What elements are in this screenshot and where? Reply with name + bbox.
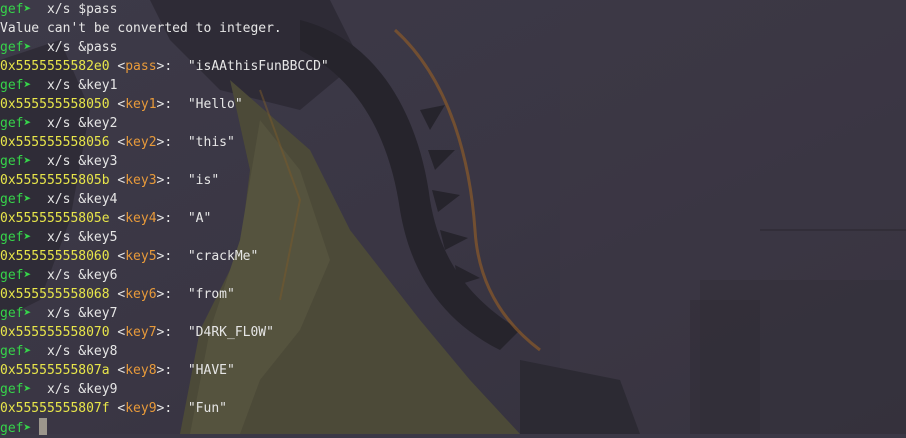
memory-output-line: 0x55555555807f <key9>: "Fun" (0, 399, 227, 418)
string-value: "crackMe" (187, 249, 259, 264)
command-text: x/s &key7 (46, 306, 118, 321)
memory-output-line: 0x55555555805b <key3>: "is" (0, 171, 219, 190)
symbol-name: key1 (125, 97, 157, 112)
command-text: x/s &key5 (46, 230, 118, 245)
command-text: x/s &key1 (46, 78, 118, 93)
memory-address: 0x555555558068 (0, 287, 110, 302)
gef-prompt: gef➤ (0, 2, 32, 17)
symbol-close-bracket: >: (156, 325, 188, 340)
command-text: x/s &key4 (46, 192, 118, 207)
symbol-name: key5 (125, 249, 157, 264)
symbol-open-bracket: < (109, 401, 126, 416)
string-value: "isAAthisFunBBCCD" (187, 59, 329, 74)
symbol-open-bracket: < (109, 211, 126, 226)
symbol-name: key9 (125, 401, 157, 416)
command-text: x/s &key9 (46, 382, 118, 397)
memory-address: 0x555555558070 (0, 325, 110, 340)
symbol-close-bracket: >: (156, 59, 188, 74)
symbol-name: key3 (125, 173, 157, 188)
gef-prompt: gef➤ (0, 154, 32, 169)
memory-output-line: 0x555555558068 <key6>: "from" (0, 285, 235, 304)
symbol-open-bracket: < (109, 135, 126, 150)
gef-prompt: gef➤ (0, 192, 32, 207)
command-text: x/s &key6 (46, 268, 118, 283)
terminal-command-line: gef➤ x/s &pass (0, 38, 117, 57)
gef-prompt: gef➤ (0, 40, 32, 55)
command-text: x/s &key2 (46, 116, 118, 131)
symbol-open-bracket: < (109, 173, 126, 188)
memory-output-line: 0x555555558050 <key1>: "Hello" (0, 95, 243, 114)
memory-address: 0x55555555805e (0, 211, 110, 226)
string-value: "this" (187, 135, 235, 150)
symbol-open-bracket: < (109, 97, 126, 112)
command-text: x/s &key3 (46, 154, 118, 169)
terminal-command-line: gef➤ x/s &key4 (0, 190, 117, 209)
terminal-command-line: gef➤ x/s &key1 (0, 76, 117, 95)
command-text: x/s $pass (46, 2, 118, 17)
symbol-close-bracket: >: (156, 401, 188, 416)
terminal-command-line: gef➤ x/s &key6 (0, 266, 117, 285)
text-cursor[interactable] (39, 418, 48, 435)
symbol-open-bracket: < (109, 249, 126, 264)
memory-output-line: 0x555555558060 <key5>: "crackMe" (0, 247, 258, 266)
memory-address: 0x55555555807a (0, 363, 110, 378)
symbol-close-bracket: >: (156, 173, 188, 188)
gef-prompt: gef➤ (0, 78, 32, 93)
symbol-name: key7 (125, 325, 157, 340)
memory-output-line: 0x55555555805e <key4>: "A" (0, 209, 211, 228)
output-text: Value can't be converted to integer. (0, 21, 282, 36)
gef-prompt: gef➤ (0, 344, 32, 359)
symbol-close-bracket: >: (156, 287, 188, 302)
memory-output-line: 0x55555555807a <key8>: "HAVE" (0, 361, 235, 380)
terminal-window[interactable]: gef➤ x/s $pass Value can't be converted t… (0, 0, 906, 437)
string-value: "is" (187, 173, 220, 188)
memory-address: 0x5555555582e0 (0, 59, 110, 74)
symbol-name: key4 (125, 211, 157, 226)
gef-prompt: gef➤ (0, 230, 32, 245)
symbol-open-bracket: < (109, 287, 126, 302)
memory-output-line: 0x5555555582e0 <pass>: "isAAthisFunBBCCD… (0, 57, 329, 76)
symbol-open-bracket: < (109, 59, 126, 74)
memory-address: 0x555555558050 (0, 97, 110, 112)
symbol-close-bracket: >: (156, 363, 188, 378)
terminal-command-line: gef➤ x/s &key9 (0, 380, 117, 399)
terminal-command-line: gef➤ x/s $pass (0, 0, 117, 19)
gef-prompt: gef➤ (0, 382, 32, 397)
terminal-command-line: gef➤ x/s &key5 (0, 228, 117, 247)
string-value: "Fun" (187, 401, 227, 416)
symbol-name: key2 (125, 135, 157, 150)
symbol-open-bracket: < (109, 325, 126, 340)
string-value: "A" (187, 211, 212, 226)
memory-address: 0x555555558056 (0, 135, 110, 150)
symbol-name: key8 (125, 363, 157, 378)
string-value: "D4RK_FL0W" (187, 325, 274, 340)
symbol-name: key6 (125, 287, 157, 302)
symbol-open-bracket: < (109, 363, 126, 378)
terminal-command-line: gef➤ x/s &key2 (0, 114, 117, 133)
string-value: "HAVE" (187, 363, 235, 378)
command-text: x/s &key8 (46, 344, 118, 359)
symbol-name: pass (125, 59, 157, 74)
symbol-close-bracket: >: (156, 97, 188, 112)
error-message-line: Value can't be converted to integer. (0, 19, 282, 38)
symbol-close-bracket: >: (156, 211, 188, 226)
memory-output-line: 0x555555558070 <key7>: "D4RK_FL0W" (0, 323, 274, 342)
symbol-close-bracket: >: (156, 249, 188, 264)
terminal-command-line: gef➤ x/s &key7 (0, 304, 117, 323)
gef-prompt: gef➤ (0, 116, 32, 131)
memory-address: 0x55555555807f (0, 401, 110, 416)
terminal-command-line: gef➤ x/s &key8 (0, 342, 117, 361)
gef-prompt: gef➤ (0, 268, 32, 283)
memory-output-line: 0x555555558056 <key2>: "this" (0, 133, 235, 152)
symbol-close-bracket: >: (156, 135, 188, 150)
gef-prompt: gef➤ (0, 306, 32, 321)
memory-address: 0x55555555805b (0, 173, 110, 188)
string-value: "from" (187, 287, 235, 302)
terminal-input-line[interactable]: gef➤ (0, 418, 48, 437)
string-value: "Hello" (187, 97, 243, 112)
command-text: x/s &pass (46, 40, 118, 55)
terminal-command-line: gef➤ x/s &key3 (0, 152, 117, 171)
memory-address: 0x555555558060 (0, 249, 110, 264)
